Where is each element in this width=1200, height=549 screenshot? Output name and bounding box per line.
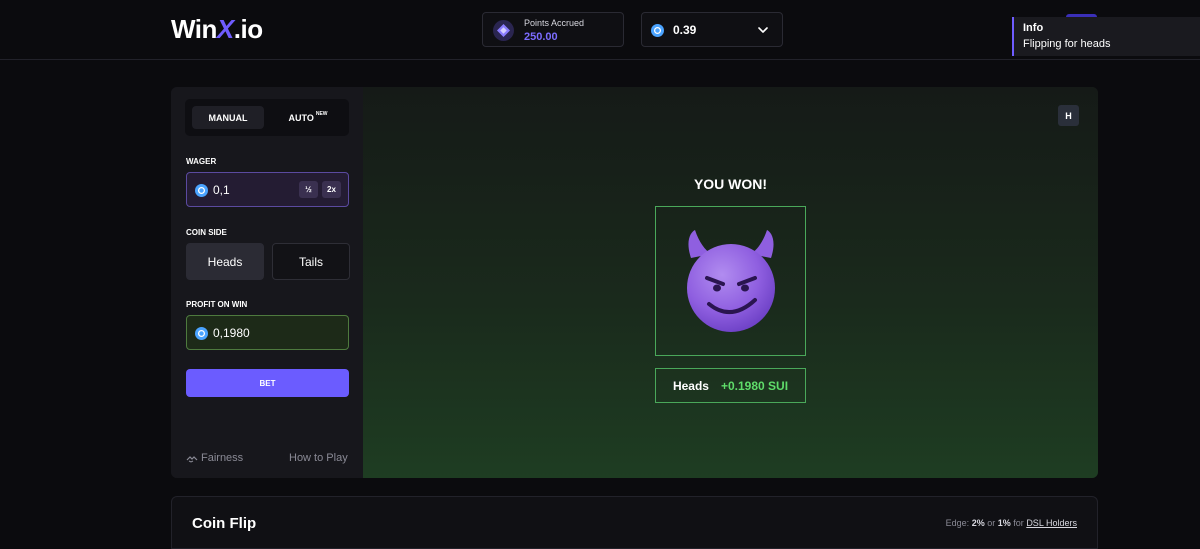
logo-part-io: .io [233,14,263,44]
coin-flip-game: MANUAL AUTO NEW WAGER 0,1 ½ 2x COIN SIDE … [171,87,1098,478]
result-side: Heads [672,378,709,393]
game-title: Coin Flip [192,515,257,532]
heads-button[interactable]: Heads [186,243,264,280]
logo-part-win: Win [171,14,217,44]
balance-dropdown[interactable]: 0.39 [641,12,783,47]
logo-part-x: X [216,14,234,44]
profit-label: PROFIT ON WIN [186,300,248,309]
tails-button[interactable]: Tails [272,243,350,280]
game-stage: H YOU WON! Heads +0.1980 SUI [363,87,1098,478]
fairness-label: Fairness [201,452,244,464]
info-toast[interactable]: Info Flipping for heads [1012,17,1200,56]
tab-auto-label: AUTO [288,112,314,123]
edge-for: for [1013,518,1024,528]
profit-value: 0,1980 [213,326,250,340]
result-title: YOU WON! [693,176,768,192]
how-to-play-link[interactable]: How to Play [289,452,348,464]
half-wager-button[interactable]: ½ [299,181,318,198]
handshake-icon [186,455,198,463]
sui-token-icon [195,327,208,340]
diamond-points-icon [493,20,514,41]
points-label: Points Accrued [524,18,585,28]
toast-title: Info [1023,22,1044,34]
sui-token-icon [651,24,664,37]
wager-label: WAGER [186,157,217,166]
hotkeys-button[interactable]: H [1058,105,1079,126]
double-wager-button[interactable]: 2x [322,181,341,198]
mode-toggle: MANUAL AUTO NEW [185,99,349,136]
edge-value-holders: 1% [997,518,1011,528]
balance-value: 0.39 [673,23,697,37]
edge-prefix: Edge: [945,518,970,528]
dsl-holders-link[interactable]: DSL Holders [1026,518,1077,528]
new-badge: NEW [315,110,328,117]
coin-result-frame [655,206,806,356]
bet-button[interactable]: BET [186,369,349,397]
tab-manual[interactable]: MANUAL [192,106,264,129]
chevron-down-icon [758,27,768,33]
logo[interactable]: Win X .io [171,14,263,45]
points-accrued-box[interactable]: Points Accrued 250.00 [482,12,624,47]
result-profit: +0.1980 SUI [720,378,789,393]
edge-value: 2% [971,518,985,528]
wager-value: 0,1 [213,183,230,197]
coin-side-label: COIN SIDE [186,228,227,237]
points-value: 250.00 [524,31,558,43]
toast-message: Flipping for heads [1023,38,1111,50]
wager-input[interactable]: 0,1 ½ 2x [186,172,349,207]
fairness-link[interactable]: Fairness [186,452,243,464]
game-info-card: Coin Flip Edge: 2% or 1% for DSL Holders [171,496,1098,549]
house-edge-text: Edge: 2% or 1% for DSL Holders [946,518,1077,528]
profit-on-win-field: 0,1980 [186,315,349,350]
sui-token-icon [195,184,208,197]
edge-or: or [987,518,996,528]
smiling-devil-icon [687,230,775,332]
bet-panel: MANUAL AUTO NEW WAGER 0,1 ½ 2x COIN SIDE … [171,87,363,478]
result-summary: Heads +0.1980 SUI [655,368,806,403]
tab-auto[interactable]: AUTO NEW [275,106,341,129]
